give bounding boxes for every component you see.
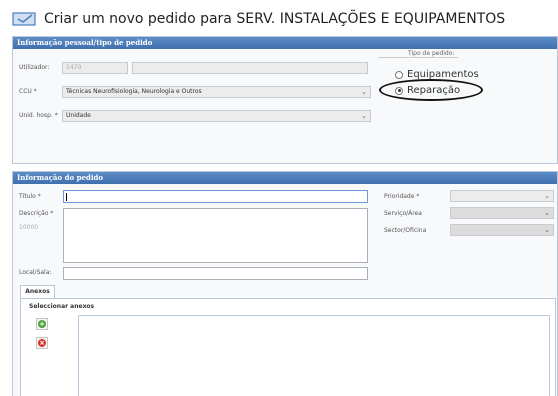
unit-select[interactable]: Unidade ⌄ bbox=[62, 110, 371, 122]
add-icon: + bbox=[38, 320, 46, 328]
personal-info-title: Informação pessoal/tipo de pedido bbox=[13, 37, 557, 49]
attachments-list[interactable] bbox=[78, 315, 550, 396]
add-attachment-button[interactable]: + bbox=[36, 318, 48, 330]
user-label: Utilizador: bbox=[19, 64, 50, 71]
radio-dot bbox=[395, 70, 403, 79]
chevron-down-icon: ⌄ bbox=[544, 192, 550, 200]
personal-info-panel: Informação pessoal/tipo de pedido Utiliz… bbox=[12, 36, 558, 164]
location-label: Local/Sala: bbox=[19, 269, 52, 276]
order-info-title: Informação do pedido bbox=[13, 172, 557, 184]
ccu-label: CCU * bbox=[19, 88, 37, 95]
chevron-down-icon: ⌄ bbox=[544, 226, 550, 234]
unit-label: Unid. hosp. * bbox=[19, 112, 58, 119]
text-caret bbox=[66, 193, 67, 201]
priority-label: Prioridade * bbox=[384, 193, 420, 200]
title-input[interactable] bbox=[63, 190, 368, 203]
sector-select[interactable]: ⌄ bbox=[450, 224, 554, 236]
chevron-down-icon: ⌄ bbox=[361, 112, 367, 120]
remove-icon: × bbox=[38, 339, 46, 347]
page-header: Criar um novo pedido para SERV. INSTALAÇ… bbox=[8, 8, 556, 30]
ccu-value: Técnicas Neurofisiologia, Neurologia e O… bbox=[66, 88, 202, 95]
tab-anexos[interactable]: Anexos bbox=[20, 285, 55, 298]
page-title: Criar um novo pedido para SERV. INSTALAÇ… bbox=[44, 11, 506, 27]
description-label: Descrição * bbox=[19, 210, 54, 217]
chevron-down-icon: ⌄ bbox=[361, 88, 367, 96]
select-attachments-label: Seleccionar anexos bbox=[29, 303, 95, 310]
user-name-field bbox=[132, 62, 368, 74]
chevron-down-icon: ⌄ bbox=[544, 209, 550, 217]
order-info-panel: Informação do pedido Título * Descrição … bbox=[12, 171, 558, 396]
description-textarea[interactable] bbox=[63, 208, 368, 263]
unit-value: Unidade bbox=[66, 112, 91, 119]
service-select[interactable]: ⌄ bbox=[450, 207, 554, 219]
description-counter: 10000 bbox=[19, 224, 39, 231]
edit-form-icon bbox=[12, 12, 36, 26]
location-input[interactable] bbox=[63, 267, 368, 280]
attachments-tab-body: Seleccionar anexos + × bbox=[20, 298, 556, 396]
request-type-title: Tipo de pedido: bbox=[408, 50, 455, 57]
user-id-field: 1470 bbox=[62, 62, 128, 74]
title-label: Título * bbox=[19, 193, 41, 200]
sector-label: Sector/Oficina bbox=[384, 227, 427, 234]
highlight-annotation bbox=[379, 79, 483, 101]
priority-select[interactable]: ⌄ bbox=[450, 190, 554, 202]
ccu-select[interactable]: Técnicas Neurofisiologia, Neurologia e O… bbox=[62, 86, 371, 98]
service-label: Serviço/Área bbox=[384, 210, 422, 217]
remove-attachment-button[interactable]: × bbox=[36, 337, 48, 349]
request-type-divider bbox=[378, 57, 458, 58]
